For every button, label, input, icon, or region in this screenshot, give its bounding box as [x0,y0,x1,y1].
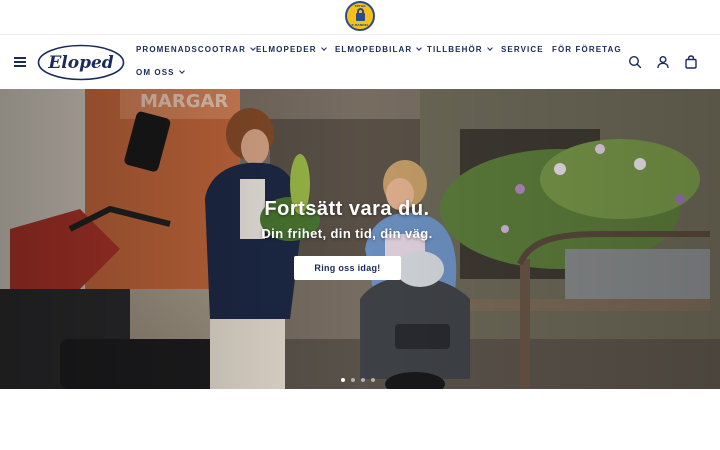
chevron-down-icon [320,45,327,51]
eloped-logo[interactable]: Eloped [37,44,125,81]
slide-dot-1[interactable] [341,378,345,382]
hero-banner: MARGAR [0,89,720,389]
nav-tillbehor[interactable]: TILLBEHÖR [427,45,493,54]
hamburger-menu-icon[interactable] [14,57,26,67]
content-area [0,389,720,450]
nav-elmopeder[interactable]: ELMOPEDER [256,45,327,54]
slide-dot-4[interactable] [371,378,375,382]
site-header: Eloped PROMENADSCOOTRAR ELMOPEDER ELMOPE… [0,34,720,89]
logo-text: Eloped [47,53,113,73]
nav-service[interactable]: SERVICE [501,45,544,54]
chevron-down-icon [178,68,185,74]
badge-line-2: E-HANDEL [351,23,369,27]
nav-om-oss[interactable]: OM OSS [136,68,185,77]
nav-label: ELMOPEDBILAR [335,45,413,54]
nav-for-foretag[interactable]: FÖR FÖRETAG [552,45,622,54]
lock-icon [356,13,365,21]
account-icon[interactable] [656,55,670,69]
top-bar: TRYGG E-HANDEL [0,0,720,34]
slide-dot-2[interactable] [351,378,355,382]
chevron-down-icon [486,45,493,51]
nav-elmopedbilar[interactable]: ELMOPEDBILAR [335,45,423,54]
hero-title: Fortsätt vara du. [264,198,430,220]
nav-label: OM OSS [136,68,175,77]
trygg-e-handel-badge[interactable]: TRYGG E-HANDEL [345,1,375,31]
search-icon[interactable] [628,55,642,69]
nav-label: PROMENADSCOOTRAR [136,45,247,54]
chevron-down-icon [416,45,423,51]
call-us-button[interactable]: Ring oss idag! [294,256,401,280]
nav-label: SERVICE [501,45,544,54]
hero-subtitle: Din frihet, din tid, din väg. [261,226,433,241]
nav-label: FÖR FÖRETAG [552,45,622,54]
nav-label: ELMOPEDER [256,45,317,54]
nav-promenadscootrar[interactable]: PROMENADSCOOTRAR [136,45,256,54]
nav-label: TILLBEHÖR [427,45,483,54]
slide-dot-3[interactable] [361,378,365,382]
cart-icon[interactable] [684,55,698,69]
